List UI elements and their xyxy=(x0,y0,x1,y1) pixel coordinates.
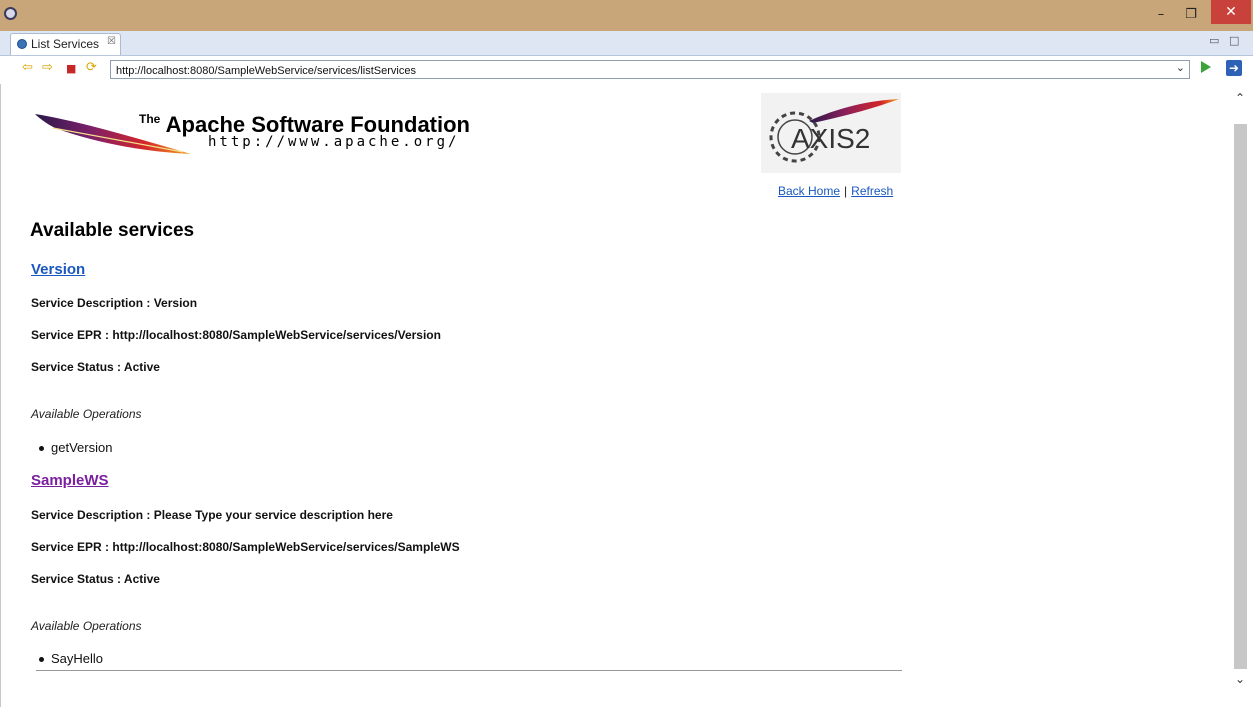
url-dropdown-icon[interactable]: ⌄ xyxy=(1176,61,1185,74)
operation-name: SayHello xyxy=(51,651,104,666)
asf-the: The xyxy=(139,112,161,126)
operations-heading: Available Operations xyxy=(31,407,142,421)
tab-list-services[interactable]: List Services ☒ xyxy=(10,33,121,55)
service-link-version[interactable]: Version xyxy=(31,261,85,278)
link-separator: | xyxy=(844,184,848,198)
restore-button[interactable]: ❐ xyxy=(1177,4,1205,26)
bullet-icon xyxy=(39,446,44,452)
service-description: Service Description : Please Type your s… xyxy=(31,508,393,522)
stop-icon[interactable]: ■ xyxy=(66,62,76,75)
tab-close-icon[interactable]: ☒ xyxy=(107,36,116,47)
window-titlebar: – ❐ ✕ xyxy=(0,0,1253,31)
service-status: Service Status : Active xyxy=(31,360,160,374)
service-link-samplews[interactable]: SampleWS xyxy=(31,472,109,489)
vertical-scrollbar[interactable]: ⌃ ⌄ xyxy=(1231,84,1253,707)
minimize-button[interactable]: – xyxy=(1147,4,1175,26)
url-input[interactable] xyxy=(111,62,1156,80)
asf-url: http://www.apache.org/ xyxy=(208,134,460,150)
refresh-link[interactable]: Refresh xyxy=(851,184,893,198)
scroll-up-icon[interactable]: ⌃ xyxy=(1235,91,1245,105)
scrollbar-thumb[interactable] xyxy=(1234,124,1247,669)
axis2-logo: AXIS2 xyxy=(761,93,901,173)
close-window-button[interactable]: ✕ xyxy=(1211,0,1251,24)
scroll-down-icon[interactable]: ⌄ xyxy=(1235,672,1245,686)
operation-name: getVersion xyxy=(51,440,113,455)
url-bar[interactable]: ⌄ xyxy=(110,60,1190,80)
service-epr: Service EPR : http://localhost:8080/Samp… xyxy=(31,328,441,342)
operation-item: getVersion xyxy=(39,440,112,455)
page-title: Available services xyxy=(30,220,195,241)
page-content: The Apache Software Foundation http://ww… xyxy=(0,84,1231,707)
view-minimize-button[interactable]: ▭ xyxy=(1209,34,1219,47)
service-description: Service Description : Version xyxy=(31,296,198,310)
tab-label: List Services xyxy=(31,37,100,51)
back-arrow-icon[interactable]: ⇦ xyxy=(22,60,33,75)
forward-arrow-icon[interactable]: ⇨ xyxy=(42,60,53,75)
view-maximize-button[interactable]: □ xyxy=(1229,34,1239,47)
axis2-logo-text: AXIS2 xyxy=(791,123,870,154)
axis2-logo-graphic: AXIS2 xyxy=(769,99,899,163)
service-status: Service Status : Active xyxy=(31,572,160,586)
top-links: Back Home | Refresh xyxy=(778,184,893,198)
operations-heading: Available Operations xyxy=(31,619,142,633)
operation-item: SayHello xyxy=(39,651,103,666)
divider xyxy=(36,670,902,671)
go-icon[interactable] xyxy=(1201,61,1211,73)
browser-toolbar: ⇦ ⇨ ■ ⟳ ⌄ xyxy=(0,56,1253,83)
service-epr: Service EPR : http://localhost:8080/Samp… xyxy=(31,540,460,554)
bullet-icon xyxy=(39,657,44,663)
eclipse-app-icon xyxy=(4,7,17,20)
open-external-icon[interactable]: ➜ xyxy=(1226,60,1242,76)
editor-tabbar: List Services ☒ ▭ □ xyxy=(0,31,1253,56)
back-home-link[interactable]: Back Home xyxy=(778,184,840,198)
refresh-icon[interactable]: ⟳ xyxy=(86,60,97,75)
globe-icon xyxy=(17,39,27,49)
